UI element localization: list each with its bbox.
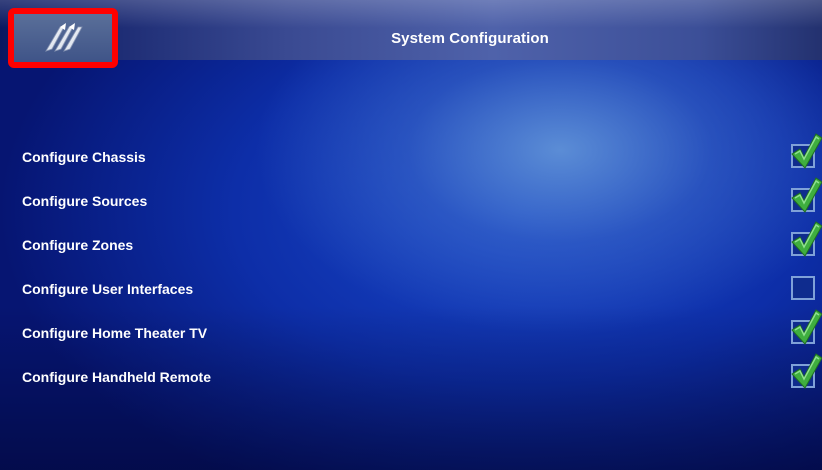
back-arrows-icon	[45, 23, 83, 52]
option-row-chassis[interactable]: Configure Chassis	[0, 133, 822, 173]
option-label: Configure Handheld Remote	[22, 369, 212, 385]
checkmark-icon	[791, 309, 822, 345]
option-row-sources[interactable]: Configure Sources	[0, 177, 822, 217]
option-label: Configure User Interfaces	[22, 281, 194, 297]
checkmark-icon	[791, 221, 822, 257]
option-label: Configure Chassis	[22, 149, 146, 165]
option-row-handheld-remote[interactable]: Configure Handheld Remote	[0, 353, 822, 393]
checkbox[interactable]	[791, 309, 822, 345]
checkbox[interactable]	[791, 353, 822, 389]
option-label: Configure Zones	[22, 237, 134, 253]
checkbox[interactable]	[791, 276, 815, 300]
checkmark-icon	[791, 133, 822, 169]
option-label: Configure Sources	[22, 193, 148, 209]
back-button[interactable]	[8, 8, 118, 68]
checkbox[interactable]	[791, 133, 822, 169]
checkbox[interactable]	[791, 221, 822, 257]
option-row-home-theater-tv[interactable]: Configure Home Theater TV	[0, 309, 822, 349]
option-label: Configure Home Theater TV	[22, 325, 208, 341]
option-row-zones[interactable]: Configure Zones	[0, 221, 822, 261]
checkmark-icon	[791, 177, 822, 213]
top-bar-shine	[0, 0, 822, 28]
checkbox[interactable]	[791, 177, 822, 213]
main-content: Configure Chassis Configure Sources Conf…	[0, 60, 822, 470]
option-row-user-interfaces[interactable]: Configure User Interfaces	[0, 273, 822, 305]
system-configuration-screen: System Configuration Configure Chassis C…	[0, 0, 822, 470]
options-list: Configure Chassis Configure Sources Conf…	[0, 60, 822, 470]
checkmark-icon	[791, 353, 822, 389]
page-title: System Configuration	[391, 30, 549, 47]
